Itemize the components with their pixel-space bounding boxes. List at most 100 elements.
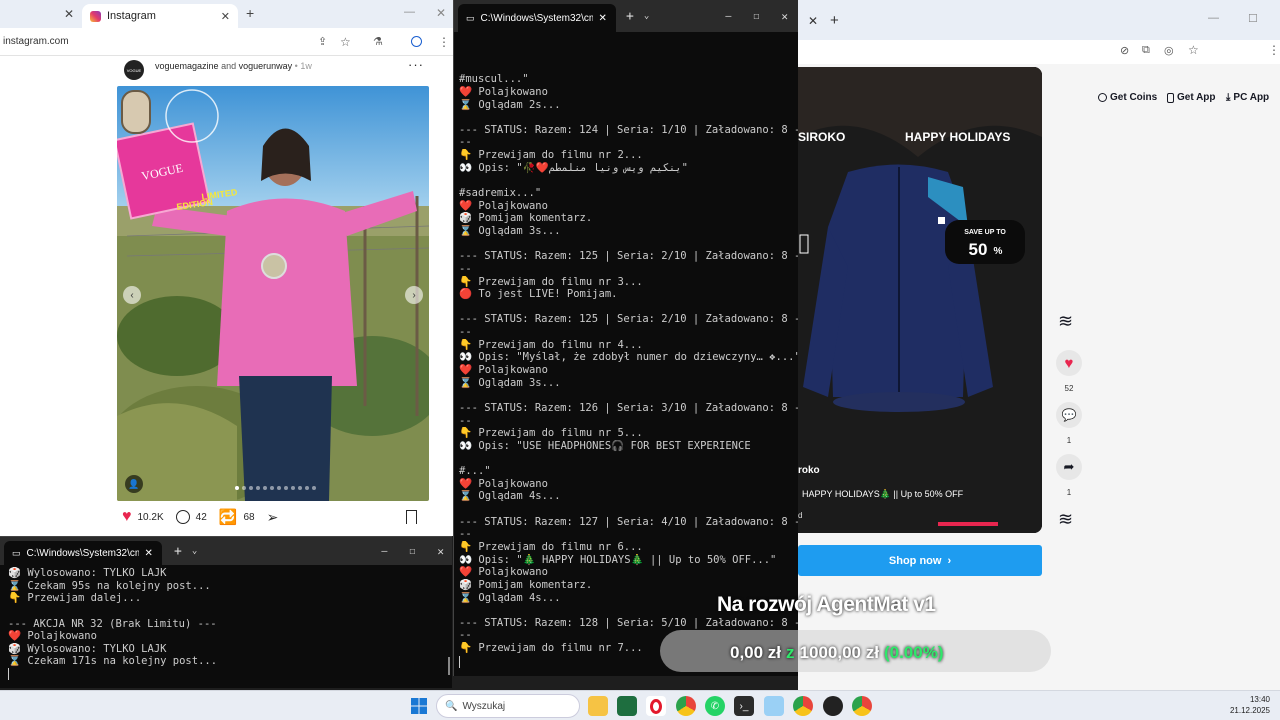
file-explorer-icon[interactable]: [588, 696, 608, 716]
close-tab-icon[interactable]: ✕: [599, 13, 607, 24]
eye-off-icon[interactable]: ⊘: [1120, 44, 1129, 57]
console-line: #muscul...": [459, 73, 529, 86]
maximize-icon[interactable]: ☐: [409, 546, 415, 557]
like-heart-icon[interactable]: ♥: [122, 508, 132, 526]
store-icon[interactable]: [617, 696, 637, 716]
search-icon: 🔍: [445, 700, 458, 712]
new-tab-icon[interactable]: +: [830, 12, 839, 29]
share-button[interactable]: ➦: [1056, 454, 1082, 480]
terminal-taskbar-icon[interactable]: ›_: [734, 696, 754, 716]
post-image[interactable]: VOGUE LIMITED EDITION ‹ › 👤: [117, 86, 429, 501]
console-line: 🎲 Pomijam komentarz.: [459, 212, 593, 225]
save-bookmark-icon[interactable]: [406, 510, 417, 524]
minimize-icon[interactable]: —: [725, 11, 731, 22]
promo-small-letter: d: [798, 511, 802, 520]
like-heart-button[interactable]: ♥: [1056, 350, 1082, 376]
console-line: ❤️ Polajkowano: [459, 85, 548, 98]
instagram-favicon-icon: [90, 10, 101, 22]
carousel-prev-button[interactable]: ‹: [123, 286, 141, 304]
repost-icon[interactable]: 🔁: [219, 508, 238, 526]
get-app-button[interactable]: Get App: [1167, 92, 1216, 103]
address-bar[interactable]: instagram.com ⇪ ☆ ⚗ ⋮: [0, 28, 456, 56]
close-tab-icon[interactable]: ✕: [145, 548, 153, 559]
console-line: --: [459, 326, 472, 339]
maximize-icon[interactable]: ☐: [753, 11, 759, 22]
bookmark-star-icon[interactable]: ☆: [1188, 43, 1199, 57]
new-tab-icon[interactable]: +: [626, 9, 634, 24]
console-line: --- STATUS: Razem: 125 | Seria: 2/10 | Z…: [459, 313, 798, 326]
save-label: SAVE UP TO: [964, 229, 1006, 236]
comment-icon[interactable]: [175, 510, 190, 524]
get-app-label: Get App: [1177, 92, 1216, 103]
cmd-small-output[interactable]: 🎲 Wylosowano: TYLKO LAJK ⌛ Czekam 95s na …: [0, 565, 452, 687]
minimize-icon[interactable]: —: [381, 546, 387, 557]
post-actions: ♥ 10.2K 42 🔁 68 ➢: [122, 508, 278, 526]
new-tab-icon[interactable]: +: [246, 5, 254, 21]
cmd-small-cursor: [8, 668, 9, 680]
cast-icon[interactable]: ⧉: [1142, 44, 1150, 57]
tab-instagram[interactable]: Instagram ✕: [82, 4, 238, 28]
post-author-avatar[interactable]: VOGUE: [124, 60, 144, 80]
profile-icon[interactable]: [411, 36, 422, 47]
extensions-icon[interactable]: ⚗: [373, 35, 383, 48]
pc-app-button[interactable]: ⤓ PC App: [1226, 92, 1269, 103]
get-coins-button[interactable]: Get Coins: [1098, 92, 1157, 103]
cmd-small-tab[interactable]: ▭ C:\Windows\System32\cmd.e ✕: [4, 541, 162, 565]
obs-icon[interactable]: [823, 696, 843, 716]
menu-dots-icon[interactable]: ⋮: [1268, 43, 1280, 57]
siroko-logo-icon[interactable]: ≋: [1058, 310, 1080, 332]
close-window-icon[interactable]: ✕: [436, 6, 446, 20]
console-line: --- STATUS: Razem: 126 | Seria: 3/10 | Z…: [459, 401, 798, 414]
console-line: ❤️ Polajkowano: [8, 630, 97, 643]
taskbar-search[interactable]: 🔍 Wyszukaj: [436, 694, 580, 718]
author-voguerunway[interactable]: voguerunway: [239, 61, 293, 71]
scrollbar[interactable]: [448, 657, 450, 675]
dropdown-chevron-icon[interactable]: ⌄: [192, 546, 197, 556]
close-tab-icon[interactable]: ✕: [221, 10, 230, 23]
bookmark-star-icon[interactable]: ☆: [340, 35, 351, 49]
close-tab-icon[interactable]: ✕: [64, 7, 74, 21]
minimize-icon[interactable]: —: [1208, 12, 1219, 24]
clock[interactable]: 13:40 21.12.2025: [1200, 694, 1270, 716]
close-window-icon[interactable]: ✕: [437, 545, 444, 558]
cmd-main-output[interactable]: #muscul..." ❤️ Polajkowano ⌛ Oglądam 2s...…: [454, 32, 798, 662]
close-tab-icon[interactable]: ✕: [808, 14, 818, 28]
shop-now-button[interactable]: Shop now ›: [798, 545, 1042, 576]
terminal-icon: ▭: [466, 12, 475, 23]
close-window-icon[interactable]: ✕: [781, 10, 788, 23]
siroko-logo-icon[interactable]: ≋: [1058, 508, 1080, 530]
whatsapp-icon[interactable]: ✆: [705, 696, 725, 716]
carousel-next-button[interactable]: ›: [405, 286, 423, 304]
opera-icon[interactable]: [646, 696, 666, 716]
promo-caption: HAPPY HOLIDAYS🎄 || Up to 50% OFF: [802, 488, 964, 499]
promo-headline: HAPPY HOLIDAYS: [905, 130, 1010, 144]
console-line: 🎲 Wylosowano: TYLKO LAJK: [8, 642, 167, 655]
minimize-icon[interactable]: —: [404, 6, 415, 18]
cmd-main-tab[interactable]: ▭ C:\Windows\System32\cmd.e ✕: [458, 4, 616, 32]
comment-button[interactable]: 💬: [1056, 402, 1082, 428]
share-icon[interactable]: ➢: [267, 509, 279, 526]
install-icon[interactable]: ⇪: [318, 35, 327, 48]
chrome-alt-icon[interactable]: [852, 696, 872, 716]
visibility-icon[interactable]: ◎: [1164, 44, 1174, 57]
address-text[interactable]: instagram.com: [3, 36, 69, 47]
chrome-icon[interactable]: [676, 696, 696, 716]
maximize-icon[interactable]: ☐: [1248, 12, 1258, 25]
author-voguemagazine[interactable]: voguemagazine: [155, 61, 219, 71]
console-line: #sadremix...": [459, 187, 542, 200]
video-promo[interactable]: SIROKO HAPPY HOLIDAYS SAVE UP TO 50 % ro…: [798, 67, 1042, 533]
windows-start-icon[interactable]: [409, 696, 429, 716]
post-options-icon[interactable]: ···: [408, 57, 424, 72]
chrome-profile-icon[interactable]: [793, 696, 813, 716]
console-line: 👇 Przewijam do filmu nr 6...: [459, 540, 643, 553]
new-tab-icon[interactable]: +: [174, 544, 182, 559]
menu-dots-icon[interactable]: ⋮: [438, 35, 450, 49]
console-line: ❤️ Polajkowano: [459, 477, 548, 490]
dropdown-chevron-icon[interactable]: ⌄: [644, 11, 649, 21]
tagged-user-icon[interactable]: 👤: [125, 475, 143, 493]
carousel-dots: [235, 486, 316, 490]
paint-icon[interactable]: [764, 696, 784, 716]
donation-separator: z: [786, 643, 795, 662]
